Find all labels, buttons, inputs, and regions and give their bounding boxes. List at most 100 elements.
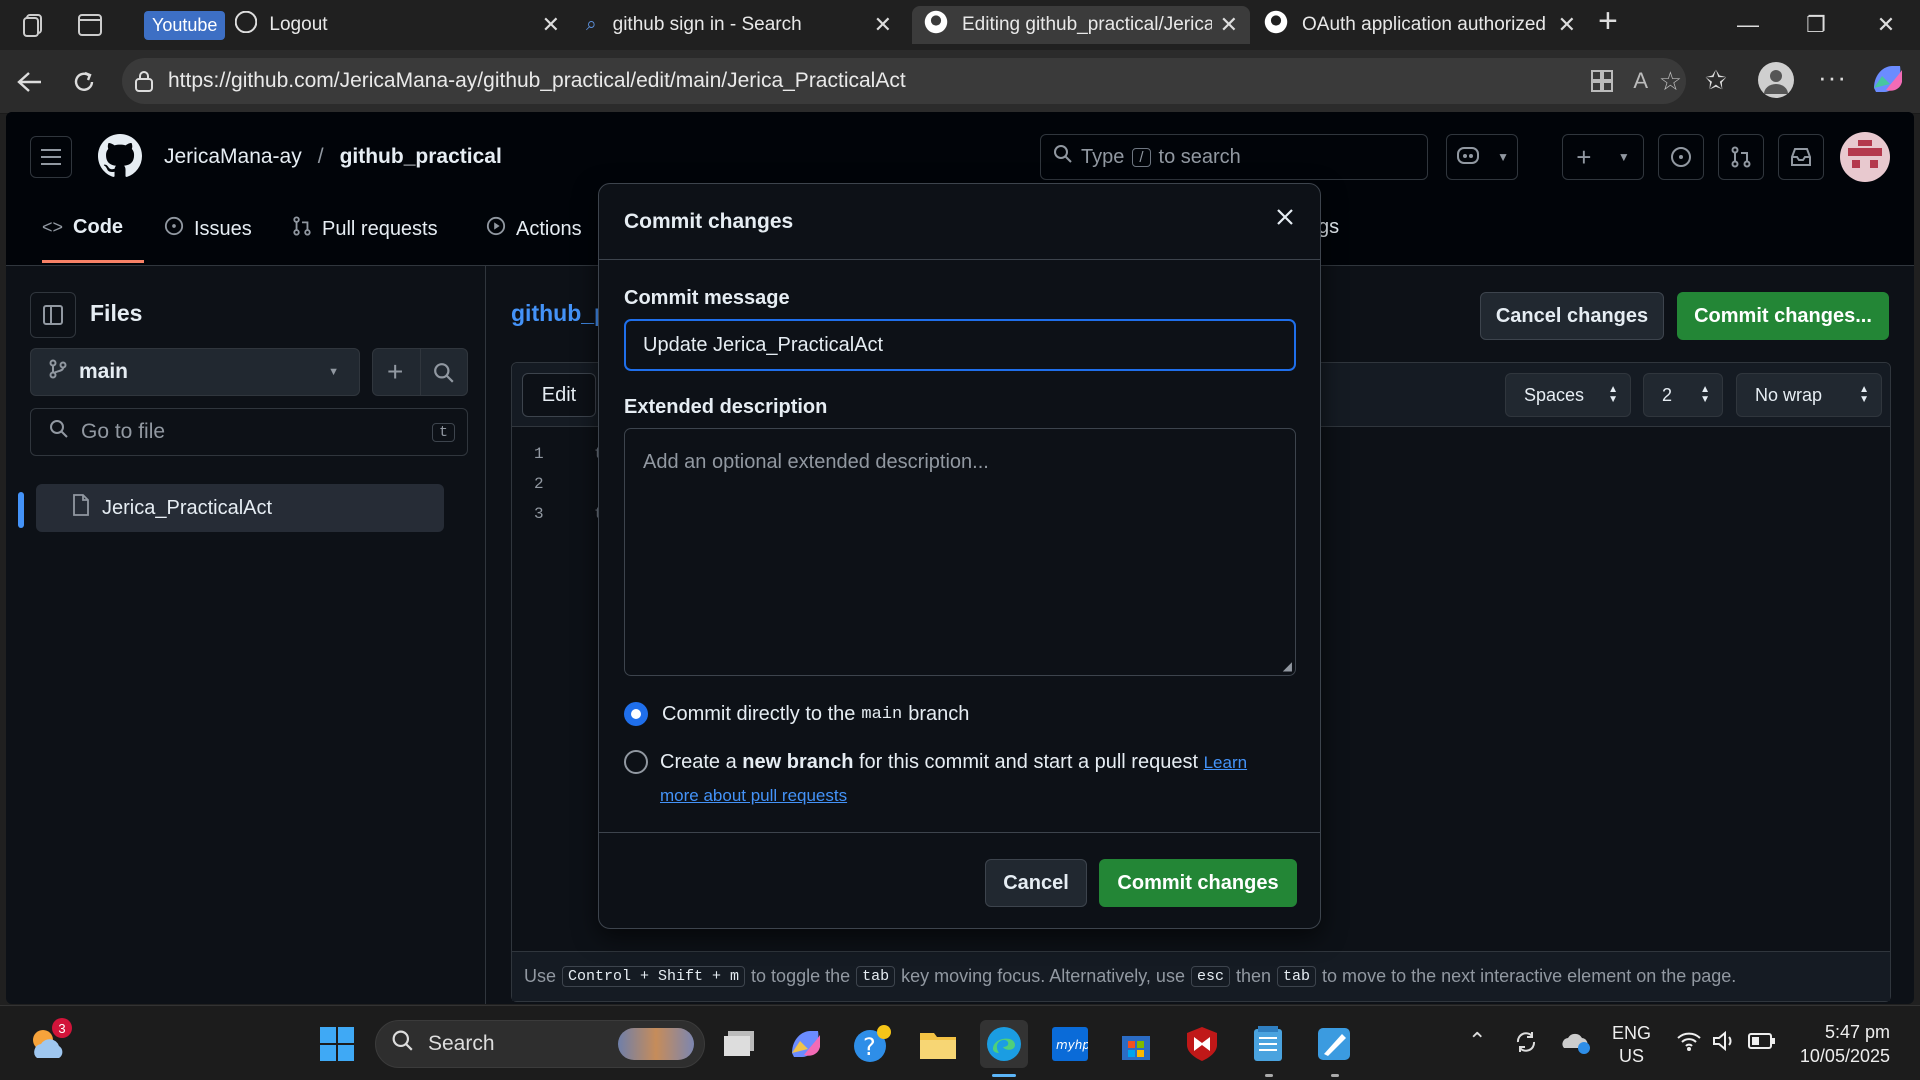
read-aloud-icon[interactable]: A — [1633, 68, 1648, 94]
paint-app-icon[interactable] — [1310, 1020, 1358, 1068]
search-icon — [49, 419, 69, 445]
tab-settings-label: gs — [1318, 216, 1340, 238]
github-logo-icon[interactable] — [98, 134, 142, 183]
vertical-tabs-icon[interactable] — [70, 5, 110, 45]
taskbar-search[interactable]: Search — [375, 1020, 705, 1068]
clock-date: 10/05/2025 — [1799, 1046, 1890, 1066]
close-tab-icon[interactable]: ✕ — [1558, 12, 1576, 38]
microsoft-store-icon[interactable] — [1112, 1020, 1160, 1068]
edge-browser-icon[interactable] — [980, 1020, 1028, 1068]
branch-selector[interactable]: main ▼ — [30, 348, 360, 396]
file-explorer-icon[interactable] — [914, 1020, 962, 1068]
url-bar[interactable]: https://github.com/JericaMana-ay/github_… — [122, 58, 1686, 104]
show-hidden-icons-icon[interactable]: ⌃ — [1468, 1028, 1486, 1054]
weather-widget-icon[interactable]: 3 — [24, 1018, 72, 1068]
wifi-icon[interactable] — [1676, 1030, 1702, 1057]
owner-link[interactable]: JericaMana-ay — [164, 145, 302, 169]
github-tab-icon — [1264, 10, 1288, 40]
tab-settings[interactable]: gs — [1318, 216, 1339, 239]
create-new-button[interactable]: + ▼ — [1562, 134, 1644, 180]
lock-icon[interactable] — [134, 70, 154, 98]
myhp-icon[interactable]: myhp — [1046, 1020, 1094, 1068]
tab-bing-search[interactable]: ⌕ github sign in - Search ✕ — [574, 6, 904, 44]
close-tab-icon[interactable]: ✕ — [1220, 12, 1238, 38]
tab-pull-requests[interactable]: Pull requests — [292, 216, 438, 242]
more-menu-icon[interactable]: ··· — [1818, 62, 1847, 93]
copilot-app-icon[interactable] — [782, 1020, 830, 1068]
search-input[interactable]: Type / to search — [1040, 134, 1428, 180]
collapse-sidebar-icon[interactable] — [30, 292, 76, 338]
new-tab-button[interactable]: + — [1598, 2, 1618, 41]
search-tab-icon: ⌕ — [586, 14, 597, 35]
start-windows-icon[interactable] — [313, 1020, 361, 1068]
youtube-group-badge[interactable]: Youtube — [144, 10, 226, 40]
minimize-icon[interactable]: — — [1720, 0, 1776, 50]
tab-actions[interactable]: Actions — [486, 216, 582, 242]
close-window-icon[interactable]: ✕ — [1858, 0, 1914, 50]
repo-link[interactable]: github_practical — [340, 145, 502, 169]
close-tab-icon[interactable]: ✕ — [542, 12, 560, 38]
favorite-star-icon[interactable]: ☆ — [1659, 66, 1682, 97]
resize-handle-icon[interactable]: ◢ — [1283, 659, 1292, 673]
commit-changes-button[interactable]: Commit changes... — [1677, 292, 1889, 340]
learn-more-link[interactable]: Learn — [1204, 753, 1247, 772]
pull-requests-icon[interactable] — [1718, 134, 1764, 180]
go-to-file-input[interactable]: Go to file t — [30, 408, 468, 456]
battery-icon[interactable] — [1748, 1032, 1776, 1055]
branch-icon — [49, 359, 67, 385]
hamburger-menu-icon[interactable] — [30, 136, 72, 178]
description-placeholder: Add an optional extended description... — [643, 451, 989, 473]
tab-code[interactable]: <> Code — [42, 216, 123, 239]
get-help-icon[interactable]: ? — [848, 1020, 896, 1068]
inbox-icon[interactable] — [1778, 134, 1824, 180]
add-file-icon[interactable]: + — [387, 356, 403, 388]
refresh-icon[interactable] — [66, 64, 102, 100]
dialog-cancel-button[interactable]: Cancel — [985, 859, 1087, 907]
url-text[interactable]: https://github.com/JericaMana-ay/github_… — [168, 69, 906, 93]
app-available-icon[interactable] — [1590, 69, 1614, 99]
close-tab-icon[interactable]: ✕ — [874, 12, 892, 38]
cancel-changes-button[interactable]: Cancel changes — [1480, 292, 1664, 340]
radio-unselected[interactable] — [624, 750, 648, 774]
indent-mode-select[interactable]: Spaces ▲ ▼ — [1505, 373, 1631, 417]
file-name: Jerica_PracticalAct — [102, 496, 273, 519]
file-tree-item[interactable]: Jerica_PracticalAct — [36, 484, 444, 532]
dialog-commit-button[interactable]: Commit changes — [1099, 859, 1297, 907]
copilot-icon[interactable] — [1870, 62, 1906, 101]
close-dialog-icon[interactable] — [1276, 208, 1294, 231]
tab-issues[interactable]: Issues — [164, 216, 252, 242]
clock[interactable]: 5:47 pm 10/05/2025 — [1790, 1020, 1890, 1068]
edit-tab[interactable]: Edit — [522, 373, 596, 417]
workspaces-icon[interactable] — [14, 5, 54, 45]
language-indicator[interactable]: ENG US — [1612, 1022, 1651, 1068]
onedrive-status-icon[interactable] — [1560, 1030, 1592, 1059]
profile-avatar-icon[interactable] — [1758, 62, 1794, 98]
user-avatar[interactable] — [1840, 132, 1890, 182]
breadcrumb-separator: / — [317, 145, 324, 168]
favorites-icon[interactable]: ✩ — [1705, 65, 1727, 96]
copilot-button[interactable]: ▼ — [1446, 134, 1518, 180]
sync-icon[interactable] — [1512, 1028, 1540, 1061]
task-view-icon[interactable] — [716, 1020, 764, 1068]
tab-editing[interactable]: Editing github_practical/Jerica_ ✕ — [912, 6, 1250, 44]
restore-icon[interactable]: ❐ — [1788, 0, 1844, 50]
issues-icon[interactable] — [1658, 134, 1704, 180]
mcafee-icon[interactable] — [1178, 1020, 1226, 1068]
commit-message-value: Update Jerica_PracticalAct — [643, 333, 884, 356]
hint-text: Use — [524, 966, 557, 986]
volume-icon[interactable] — [1712, 1030, 1738, 1057]
notepad-icon[interactable] — [1244, 1020, 1292, 1068]
back-icon[interactable] — [12, 64, 48, 100]
commit-direct-option[interactable]: Commit directly to the main branch — [624, 702, 969, 726]
wrap-mode-select[interactable]: No wrap ▲ ▼ — [1736, 373, 1882, 417]
radio-selected[interactable] — [624, 702, 648, 726]
new-branch-option[interactable]: Create a new branch for this commit and … — [624, 746, 1294, 812]
learn-more-link-cont[interactable]: more about pull requests — [660, 786, 847, 805]
extended-description-textarea[interactable]: Add an optional extended description... … — [624, 428, 1296, 676]
editor-breadcrumb[interactable]: github_p — [511, 300, 608, 327]
tab-logout[interactable]: Youtube Logout ✕ — [132, 6, 572, 44]
indent-size-select[interactable]: 2 ▲ ▼ — [1643, 373, 1723, 417]
tab-oauth[interactable]: OAuth application authorized ✕ — [1252, 6, 1588, 44]
search-files-icon[interactable] — [433, 362, 455, 389]
commit-message-input[interactable]: Update Jerica_PracticalAct — [624, 319, 1296, 371]
